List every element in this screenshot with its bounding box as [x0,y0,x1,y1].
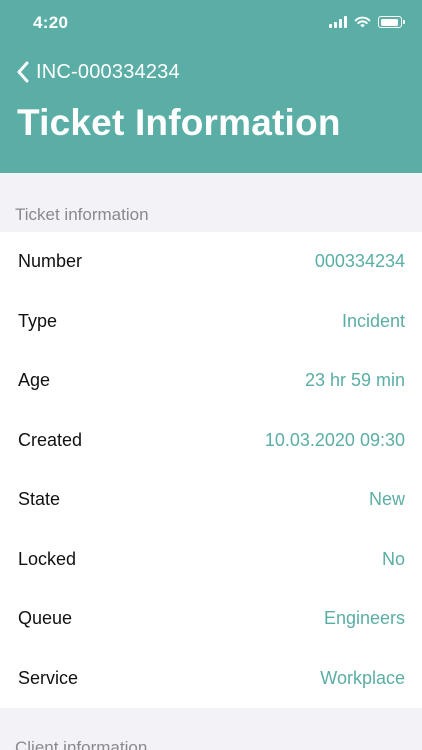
ticket-info-list: Number 000334234 Type Incident Age 23 hr… [0,232,422,708]
row-label: State [18,489,61,510]
row-number[interactable]: Number 000334234 [0,232,422,292]
row-age[interactable]: Age 23 hr 59 min [0,351,422,411]
row-label: Type [18,310,58,331]
row-value: Engineers [323,608,405,629]
row-queue[interactable]: Queue Engineers [0,589,422,649]
page-title: Ticket Information [17,102,341,143]
status-time: 4:20 [33,13,69,32]
cellular-signal-icon [329,16,347,28]
row-label: Locked [18,548,77,569]
row-locked[interactable]: Locked No [0,530,422,590]
row-service[interactable]: Service Workplace [0,649,422,709]
row-label: Number [18,251,83,272]
row-value: 10.03.2020 09:30 [264,429,405,450]
status-icons [329,15,405,29]
row-label: Age [18,370,51,391]
ticket-information-screen: 4:20 INC-000334234 Ticket Information Ti… [0,0,422,750]
ticket-section-title: Ticket information [15,205,149,224]
chevron-left-icon [17,61,29,83]
back-button[interactable]: INC-000334234 [16,59,180,85]
row-type[interactable]: Type Incident [0,292,422,352]
row-value: No [381,548,405,569]
row-value: 23 hr 59 min [304,370,405,391]
row-label: Created [18,429,83,450]
back-label: INC-000334234 [36,60,180,83]
status-bar: 4:20 [0,0,422,46]
row-label: Queue [18,608,73,629]
navigation-header: 4:20 INC-000334234 Ticket Information [0,0,422,173]
row-label: Service [18,667,79,688]
row-value: 000334234 [314,251,405,272]
row-value: Incident [341,310,405,331]
row-created[interactable]: Created 10.03.2020 09:30 [0,411,422,471]
row-state[interactable]: State New [0,470,422,530]
row-value: Workplace [320,667,405,688]
client-section-title: Client information [15,738,148,750]
wifi-icon [354,16,371,28]
battery-icon [378,16,405,28]
row-value: New [368,489,405,510]
